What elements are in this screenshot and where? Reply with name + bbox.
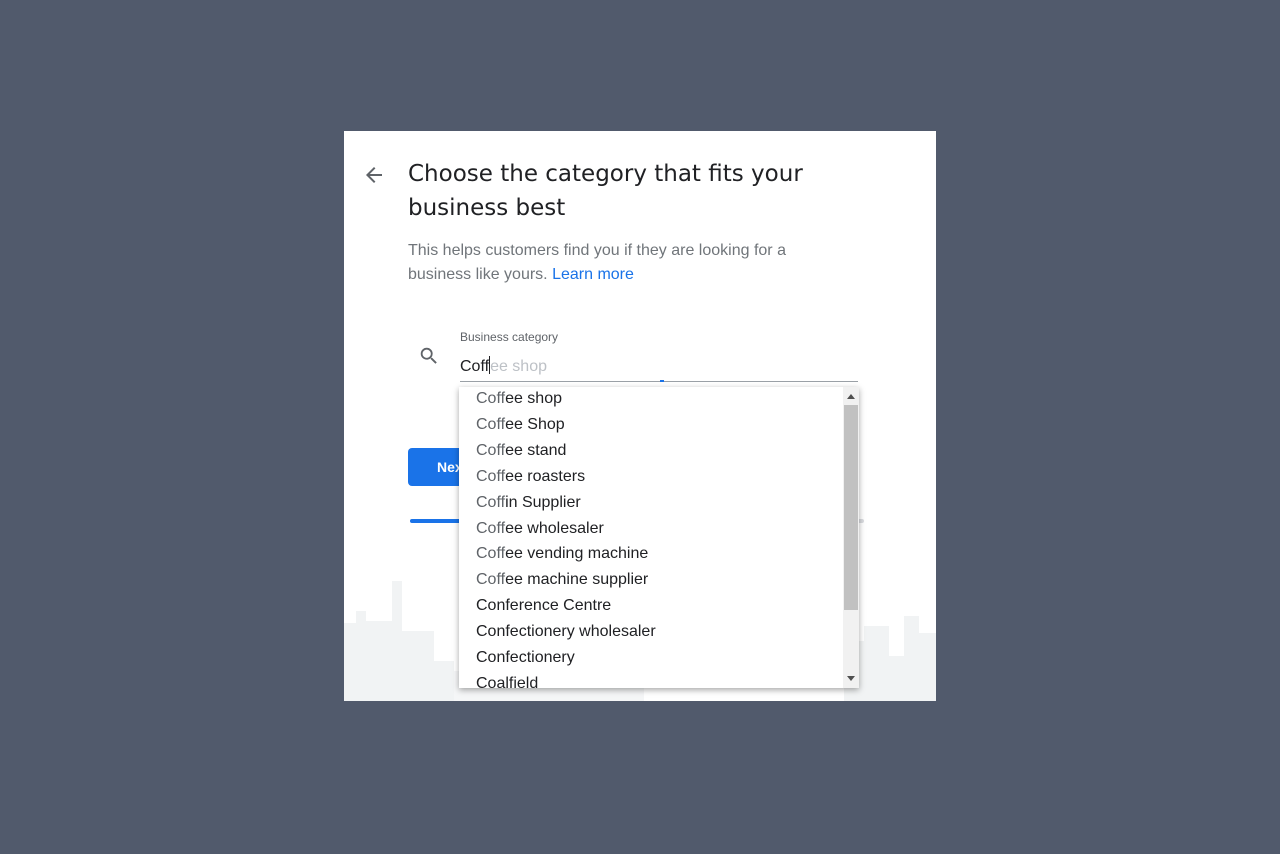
suggestion-rest-text: ee wholesaler xyxy=(505,519,604,537)
search-icon xyxy=(418,345,440,367)
suggestion-rest-text: in Supplier xyxy=(505,493,581,511)
typed-value: Coff xyxy=(460,358,490,375)
scroll-up-arrow-icon[interactable] xyxy=(847,394,855,399)
suggestion-rest-text: Confectionery wholesaler xyxy=(476,623,656,641)
input-focus-indicator xyxy=(660,380,664,382)
suggestion-item[interactable]: Coffee Shop xyxy=(476,412,565,438)
scroll-down-arrow-icon[interactable] xyxy=(847,676,855,681)
autocomplete-hint: ee shop xyxy=(490,358,547,375)
back-arrow-icon[interactable] xyxy=(362,163,386,187)
suggestion-rest-text: ee Shop xyxy=(505,415,565,433)
suggestion-item[interactable]: Coalfield xyxy=(476,671,538,688)
suggestion-item[interactable]: Coffee machine supplier xyxy=(476,567,648,593)
suggestion-match-text: Coff xyxy=(476,390,506,407)
suggestion-rest-text: ee vending machine xyxy=(505,545,649,563)
suggestion-match-text: Coff xyxy=(476,467,506,485)
suggestion-item[interactable]: Coffee shop xyxy=(476,387,562,412)
business-category-label: Business category xyxy=(460,330,559,344)
suggestion-rest-text: ee machine supplier xyxy=(505,571,649,589)
suggestion-rest-text: Confectionery xyxy=(476,649,575,666)
suggestion-rest-text: Coalfield xyxy=(476,674,539,688)
suggestion-match-text: Coff xyxy=(476,415,506,433)
suggestion-match-text: Coff xyxy=(476,571,506,589)
scrollbar-thumb[interactable] xyxy=(844,405,858,610)
suggestion-match-text: Coff xyxy=(476,545,506,563)
business-category-input[interactable]: Coffee shop xyxy=(460,355,858,382)
suggestion-item[interactable]: Coffee roasters xyxy=(476,464,585,490)
suggestion-item[interactable]: Coffee stand xyxy=(476,438,566,464)
page-subtitle: This helps customers find you if they ar… xyxy=(408,239,828,287)
suggestion-rest-text: ee roasters xyxy=(505,467,586,485)
suggestion-item[interactable]: Coffin Supplier xyxy=(476,490,581,516)
learn-more-link[interactable]: Learn more xyxy=(552,266,634,283)
suggestion-item[interactable]: Confectionery wholesaler xyxy=(476,619,656,645)
category-suggestions-dropdown: Coffee shop Coffee Shop Coffee stand Coffee… xyxy=(459,387,859,688)
suggestion-rest-text: ee stand xyxy=(505,441,567,459)
suggestion-item[interactable]: Coffee wholesaler xyxy=(476,516,604,542)
suggestion-match-text: Coff xyxy=(476,493,506,511)
suggestion-item[interactable]: Confectionery xyxy=(476,645,575,671)
dropdown-scrollbar[interactable] xyxy=(843,387,859,688)
page-title: Choose the category that fits your busin… xyxy=(408,161,803,221)
suggestion-rest-text: Conference Centre xyxy=(476,597,612,615)
suggestion-match-text: Coff xyxy=(476,519,506,537)
suggestion-item[interactable]: Coffee vending machine xyxy=(476,541,648,567)
suggestion-rest-text: ee shop xyxy=(505,390,562,407)
suggestion-item[interactable]: Conference Centre xyxy=(476,593,611,619)
suggestion-match-text: Coff xyxy=(476,441,506,459)
